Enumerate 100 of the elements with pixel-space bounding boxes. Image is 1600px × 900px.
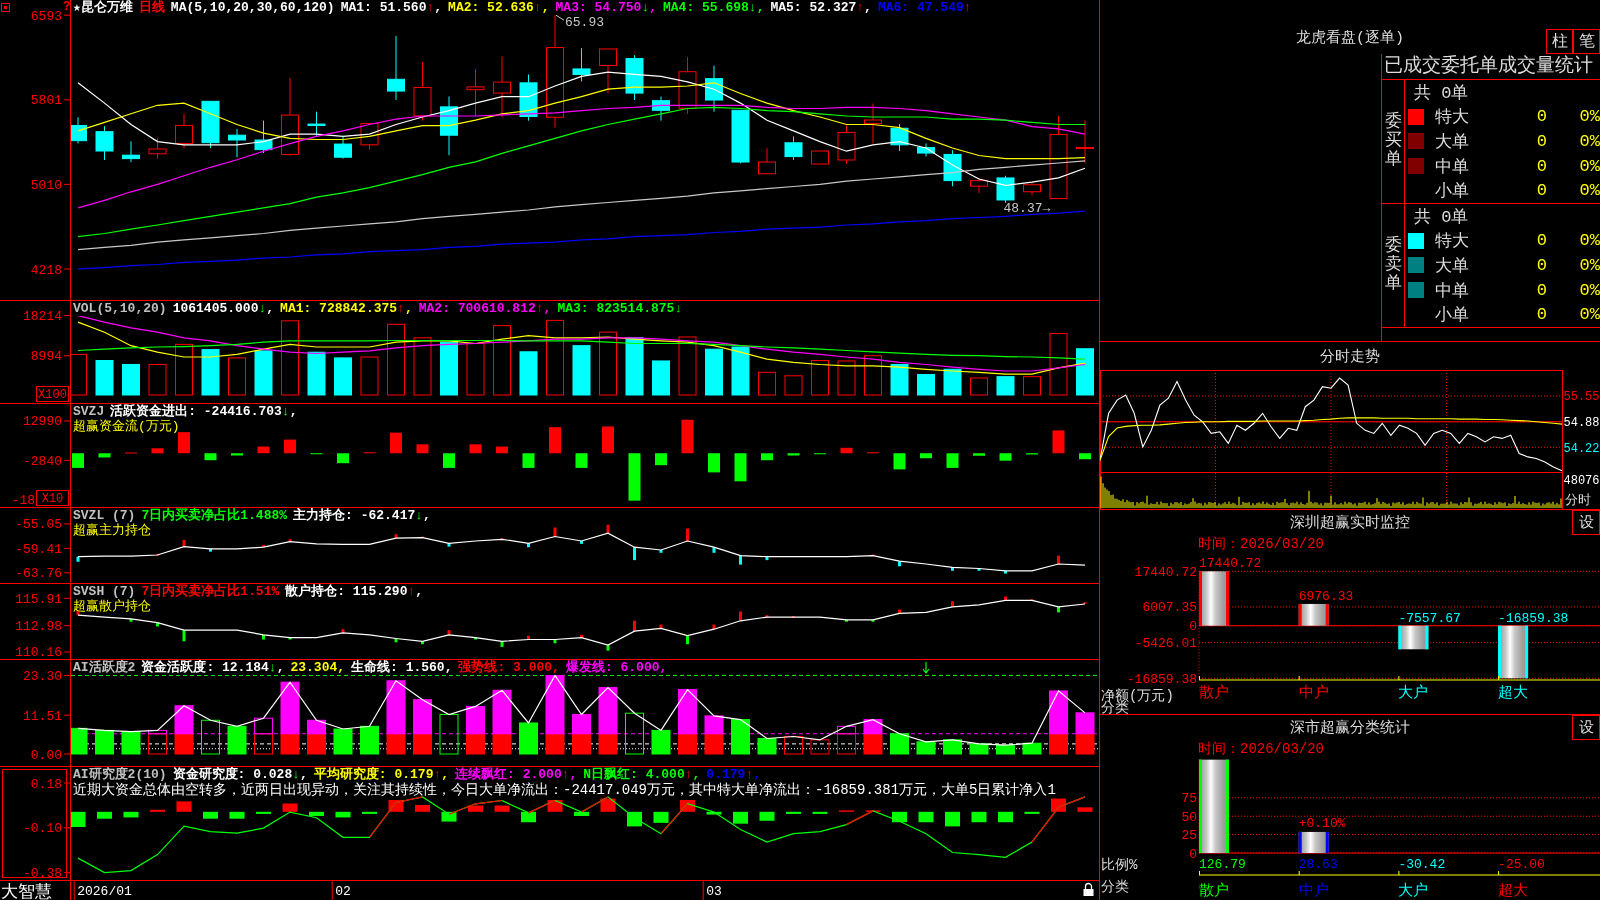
scale-factor-label: X100 — [36, 386, 69, 402]
order-count: 0 — [1536, 181, 1547, 201]
order-total: 共 0单 — [1414, 82, 1469, 104]
order-count: 0 — [1536, 156, 1547, 176]
order-count: 0 — [1536, 305, 1547, 325]
axis-tick-label: 110.16 — [15, 645, 62, 659]
axis-tick-label: 5010 — [30, 177, 62, 193]
order-percent: 0% — [1579, 107, 1600, 127]
annotation: 65.93 — [565, 15, 605, 31]
axis-tick-label: -63.76 — [15, 566, 62, 582]
axis-tick-label: 112.98 — [15, 619, 62, 635]
axis-tick-label: -18 — [11, 493, 35, 507]
indicator-label: MA3: 823514.875↓ — [557, 301, 683, 316]
indicator-label: VOL(5,10,20) — [73, 301, 167, 316]
axis-tick-label: 54.22 — [1563, 441, 1600, 456]
indicator-label: MA2: 700610.812↑, — [418, 301, 552, 316]
axis-tick-label: 18214 — [23, 309, 62, 324]
value-label: 17440.72 — [1199, 556, 1262, 572]
axis-tick-label: 23.30 — [23, 668, 62, 684]
axis-tick-label: 54.88 — [1563, 416, 1600, 431]
indicator-label: MA4: 55.698↓, — [663, 0, 765, 15]
indicator-label: ★昆仑万维 — [73, 0, 133, 15]
value-label: 126.79 — [1199, 857, 1246, 872]
axis-tick-label: 0 — [1189, 846, 1197, 862]
change-label: +0.10% — [1298, 815, 1346, 831]
axis-tick-label: 12990 — [23, 414, 62, 430]
axis-tick-label: -0.38 — [23, 866, 62, 882]
axis-tick-label: 11.51 — [23, 708, 62, 724]
indicator-label: 7日内买卖净占比1.488% — [141, 508, 288, 523]
axis-title: 分类 — [1101, 879, 1129, 895]
order-count: 0 — [1536, 231, 1547, 251]
indicator-label: 强势线: 3.000, — [458, 660, 560, 675]
axis-tick-label: 55.55 — [1563, 390, 1600, 405]
indicator-label: AI研究度2(10) — [73, 767, 167, 782]
timestamp: 时间：2026/03/20 — [1198, 739, 1324, 758]
axis-tick-label: 50 — [1181, 809, 1197, 825]
order-total: 共 0单 — [1414, 206, 1469, 228]
indicator-label: 资金活跃度: 12.184↓, — [141, 660, 285, 675]
axis-tick-label: 0.00 — [30, 747, 62, 763]
value-label: -16859.38 — [1498, 610, 1569, 626]
indicator-subtitle: 超赢资金流(万元) — [73, 419, 180, 434]
order-percent: 0% — [1579, 305, 1600, 325]
axis-tick-label: 0 — [1189, 619, 1197, 635]
indicator-label: MA3: 54.750↓, — [555, 0, 657, 15]
axis-tick-label: 5801 — [30, 93, 62, 109]
axis-tick-label: 25 — [1181, 828, 1197, 844]
order-count: 0 — [1536, 256, 1547, 275]
indicator-label: N日飘红: 4.000↑, — [583, 767, 701, 782]
value-label: -30.42 — [1398, 857, 1446, 872]
indicator-label: 生命线: 1.560, — [351, 660, 453, 675]
panel-title: 龙虎看盘(逐单) — [1296, 30, 1404, 48]
indicator-label: 活跃资金进出: -24416.703↓, — [110, 404, 298, 419]
order-size-label: 特大 — [1435, 231, 1469, 253]
indicator-label: 主力持仓: -62.417↓, — [293, 508, 431, 523]
indicator-label: MA(5,10,20,30,60,120) — [170, 0, 335, 15]
axis-tick-label: -55.05 — [15, 517, 62, 533]
category-label: 散户 — [1199, 883, 1229, 900]
indicator-label: MA6: 47.549↑ — [877, 0, 972, 15]
category-label: 超大 — [1498, 685, 1529, 702]
axis-tick-label: 8994 — [30, 349, 62, 365]
indicator-label: 7日内买卖净占比1.51% — [141, 584, 280, 599]
order-percent: 0% — [1579, 256, 1600, 275]
order-size-label: 中单 — [1435, 156, 1469, 178]
order-percent: 0% — [1579, 132, 1600, 151]
order-count: 0 — [1536, 132, 1547, 151]
indicator-subtitle: 超赢主力持仓 — [73, 523, 151, 538]
axis-title: 分时 — [1565, 493, 1591, 508]
indicator-label: 资金研究度: 0.028↓, — [172, 767, 308, 782]
order-percent: 0% — [1579, 156, 1600, 176]
indicator-label: 日线 — [138, 0, 165, 15]
value-label: 28.63 — [1298, 857, 1338, 872]
order-size-label: 小单 — [1435, 305, 1469, 327]
section-label: 委买单 — [1384, 113, 1402, 170]
order-size-label: 小单 — [1435, 181, 1469, 203]
analysis-comment: 近期大资金总体由空转多，近两日出现异动，关注其持续性，今日大单净流出：-24417.049万元，其中特大单净流出：-16859.381万元，大单5日累计净入1 — [73, 782, 1056, 799]
indicator-label: SVZL (7) — [73, 508, 136, 523]
order-count: 0 — [1536, 280, 1547, 300]
order-size-label: 特大 — [1435, 107, 1469, 129]
axis-tick-label: 4218 — [30, 262, 62, 278]
axis-tick-label: -0.10 — [23, 821, 62, 837]
indicator-label: SVSH (7) — [73, 584, 136, 599]
category-label: 大户 — [1398, 883, 1429, 900]
order-size-label: 中单 — [1435, 280, 1469, 302]
indicator-label: MA2: 52.636↑, — [448, 0, 550, 15]
category-label: 中户 — [1298, 685, 1329, 702]
indicator-label: 连续飘红: 2.000↑, — [455, 767, 578, 782]
timestamp: 时间：2026/03/20 — [1198, 534, 1324, 553]
order-percent: 0% — [1579, 181, 1600, 201]
order-size-label: 大单 — [1435, 256, 1469, 277]
category-label: 大户 — [1398, 685, 1429, 702]
value-label: -25.00 — [1498, 857, 1545, 872]
low-price-label: 48.37→ — [1003, 200, 1051, 216]
axis-tick-label: 75 — [1181, 791, 1197, 807]
indicator-subtitle: 超赢散户持仓 — [73, 599, 151, 614]
indicator-label: 0.179↑, — [706, 767, 761, 782]
axis-tick-label: -59.41 — [15, 541, 62, 557]
category-label: 中户 — [1298, 883, 1329, 900]
axis-tick-label: 0.18 — [30, 776, 62, 792]
indicator-label: AI活跃度2 — [73, 660, 136, 675]
date-label: 03 — [706, 884, 722, 899]
